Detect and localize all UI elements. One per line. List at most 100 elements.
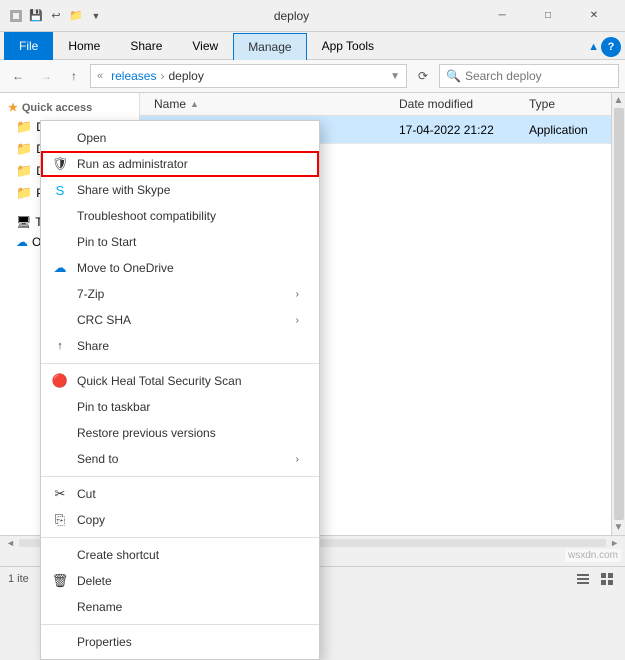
dropdown-icon[interactable]: ▼: [88, 8, 104, 24]
watermark: wsxdn.com: [565, 549, 621, 562]
properties-icon: [51, 633, 69, 651]
ctx-cut-label: Cut: [77, 487, 96, 501]
copy-icon: ⎘: [51, 511, 69, 529]
help-button[interactable]: ?: [601, 37, 621, 57]
col-type-header[interactable]: Type: [523, 93, 603, 115]
ctx-divider1: [41, 363, 319, 364]
forward-button[interactable]: →: [34, 64, 58, 88]
ctx-restore-label: Restore previous versions: [77, 426, 216, 440]
restore-icon: [51, 424, 69, 442]
ctx-crc-sha[interactable]: CRC SHA ›: [41, 307, 319, 333]
shield-icon: 🛡: [51, 155, 69, 173]
pin-start-icon: [51, 233, 69, 251]
ctx-pin-start-label: Pin to Start: [77, 235, 136, 249]
ctx-cut[interactable]: ✂ Cut: [41, 481, 319, 507]
col-name-label: Name: [154, 97, 186, 111]
path-deploy[interactable]: deploy: [168, 69, 203, 83]
ctx-pin-taskbar[interactable]: Pin to taskbar: [41, 394, 319, 420]
ctx-share-skype-label: Share with Skype: [77, 183, 170, 197]
taskbar-icon: [51, 398, 69, 416]
path-dropdown[interactable]: ▼: [390, 71, 400, 82]
col-date-header[interactable]: Date modified: [393, 93, 523, 115]
window-title: deploy: [104, 9, 479, 23]
sidebar-section-quickaccess[interactable]: ★ Quick access: [0, 97, 139, 116]
tab-share[interactable]: Share: [115, 32, 177, 60]
ctx-open[interactable]: Open: [41, 125, 319, 151]
rename-icon: [51, 598, 69, 616]
ctx-divider4: [41, 624, 319, 625]
ctx-share[interactable]: ↑ Share: [41, 333, 319, 359]
back-button[interactable]: ←: [6, 64, 30, 88]
ribbon-collapse[interactable]: ▲: [588, 41, 599, 53]
delete-icon: 🗑: [51, 572, 69, 590]
search-box: 🔍: [439, 64, 619, 88]
crc-icon: [51, 311, 69, 329]
up-button[interactable]: ↑: [62, 64, 86, 88]
title-bar: 💾 ↩ 📁 ▼ deploy ─ □ ✕: [0, 0, 625, 32]
pc-icon: 🖥: [16, 215, 31, 229]
refresh-button[interactable]: ⟳: [411, 64, 435, 88]
ctx-delete[interactable]: 🗑 Delete: [41, 568, 319, 594]
file-type-cell: Application: [523, 123, 603, 137]
ctx-quickheal[interactable]: 🔴 Quick Heal Total Security Scan: [41, 368, 319, 394]
ctx-copy-label: Copy: [77, 513, 105, 527]
file-header: Name ▲ Date modified Type: [140, 93, 611, 116]
window-controls: ─ □ ✕: [479, 0, 617, 32]
undo-icon[interactable]: ↩: [48, 8, 64, 24]
address-bar: ← → ↑ « releases › deploy ▼ ⟳ 🔍: [0, 60, 625, 93]
folder-icon: 📁: [16, 185, 32, 201]
ctx-divider2: [41, 476, 319, 477]
path-releases[interactable]: releases: [111, 69, 156, 83]
ctx-run-as-admin[interactable]: 🛡 Run as administrator: [41, 151, 319, 177]
tab-file[interactable]: File: [4, 32, 53, 60]
arrow-icon: ›: [296, 289, 299, 300]
tab-manage[interactable]: Manage: [233, 33, 306, 60]
folder-icon[interactable]: 📁: [68, 8, 84, 24]
titlebar-icons: 💾 ↩ 📁 ▼: [8, 8, 104, 24]
tab-view[interactable]: View: [177, 32, 233, 60]
quickheal-icon: 🔴: [51, 372, 69, 390]
ctx-copy[interactable]: ⎘ Copy: [41, 507, 319, 533]
ctx-troubleshoot[interactable]: Troubleshoot compatibility: [41, 203, 319, 229]
ctx-send-to[interactable]: Send to ›: [41, 446, 319, 472]
file-date-cell: 17-04-2022 21:22: [393, 123, 523, 137]
tab-apptools[interactable]: App Tools: [307, 32, 389, 60]
window-icon: [8, 8, 24, 24]
maximize-button[interactable]: □: [525, 0, 571, 32]
open-icon: [51, 129, 69, 147]
ctx-7zip[interactable]: 7-Zip ›: [41, 281, 319, 307]
star-icon: ★: [8, 101, 18, 114]
close-button[interactable]: ✕: [571, 0, 617, 32]
save-icon[interactable]: 💾: [28, 8, 44, 24]
ctx-troubleshoot-label: Troubleshoot compatibility: [77, 209, 216, 223]
ctx-delete-label: Delete: [77, 574, 112, 588]
arrow-icon: ›: [296, 315, 299, 326]
ctx-pin-start[interactable]: Pin to Start: [41, 229, 319, 255]
ctx-share-skype[interactable]: S Share with Skype: [41, 177, 319, 203]
scrollbar-vertical[interactable]: ▲ ▼: [611, 93, 625, 535]
ribbon-tabs: File Home Share View Manage App Tools ▲ …: [0, 32, 625, 60]
tab-home[interactable]: Home: [53, 32, 115, 60]
ctx-divider3: [41, 537, 319, 538]
ctx-properties[interactable]: Properties: [41, 629, 319, 655]
view-details-button[interactable]: [573, 569, 593, 589]
ctx-crc-label: CRC SHA: [77, 313, 131, 327]
col-name-header[interactable]: Name ▲: [148, 93, 393, 115]
address-path[interactable]: « releases › deploy ▼: [90, 64, 407, 88]
ctx-onedrive-label: Move to OneDrive: [77, 261, 174, 275]
ctx-pin-taskbar-label: Pin to taskbar: [77, 400, 150, 414]
cloud-icon: ☁: [16, 235, 28, 249]
view-large-icons-button[interactable]: [597, 569, 617, 589]
minimize-button[interactable]: ─: [479, 0, 525, 32]
sendto-icon: [51, 450, 69, 468]
ctx-create-shortcut[interactable]: Create shortcut: [41, 542, 319, 568]
ctx-7zip-label: 7-Zip: [77, 287, 104, 301]
ctx-restore-versions[interactable]: Restore previous versions: [41, 420, 319, 446]
troubleshoot-icon: [51, 207, 69, 225]
onedrive-icon: ☁: [51, 259, 69, 277]
ctx-onedrive[interactable]: ☁ Move to OneDrive: [41, 255, 319, 281]
ctx-run-as-admin-label: Run as administrator: [77, 157, 188, 171]
sidebar-quickaccess-label: Quick access: [22, 102, 92, 114]
ctx-rename[interactable]: Rename: [41, 594, 319, 620]
search-input[interactable]: [465, 69, 620, 83]
